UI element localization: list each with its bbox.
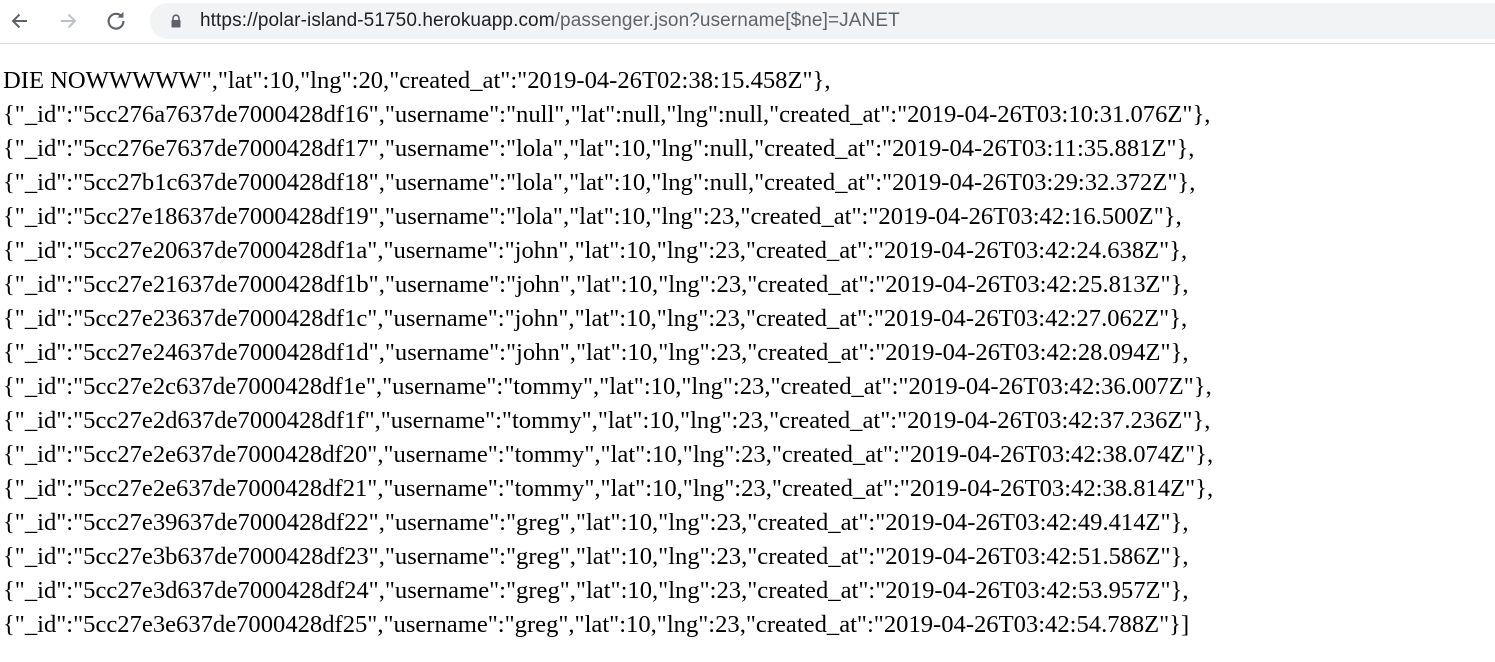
json-line: {"_id":"5cc27e2d637de7000428df1f","usern… bbox=[3, 407, 1211, 434]
browser-toolbar: https://polar-island-51750.herokuapp.com… bbox=[0, 0, 1495, 44]
json-line: {"_id":"5cc27e3b637de7000428df23","usern… bbox=[3, 543, 1189, 570]
json-line: DIE NOWWWWW","lat":10,"lng":20,"created_… bbox=[3, 67, 831, 94]
json-line: {"_id":"5cc27e2e637de7000428df21","usern… bbox=[3, 475, 1214, 502]
json-line: {"_id":"5cc276e7637de7000428df17","usern… bbox=[3, 135, 1195, 162]
forward-button[interactable] bbox=[53, 6, 83, 36]
json-line: {"_id":"5cc27e2e637de7000428df20","usern… bbox=[3, 441, 1214, 468]
json-line: {"_id":"5cc27e3d637de7000428df24","usern… bbox=[3, 577, 1189, 604]
json-line: {"_id":"5cc27e39637de7000428df22","usern… bbox=[3, 509, 1189, 536]
json-line: {"_id":"5cc276a7637de7000428df16","usern… bbox=[3, 101, 1211, 128]
json-line: {"_id":"5cc27e2c637de7000428df1e","usern… bbox=[3, 373, 1212, 400]
url-path: /passenger.json?username[$ne]=JANET bbox=[554, 10, 900, 31]
reload-button[interactable] bbox=[101, 6, 131, 36]
json-line: {"_id":"5cc27e23637de7000428df1c","usern… bbox=[3, 305, 1188, 332]
back-arrow-icon bbox=[11, 13, 27, 29]
json-line: {"_id":"5cc27e3e637de7000428df25","usern… bbox=[3, 611, 1190, 638]
json-line: {"_id":"5cc27e24637de7000428df1d","usern… bbox=[3, 339, 1189, 366]
lock-icon bbox=[171, 14, 181, 28]
reload-icon bbox=[107, 11, 125, 30]
json-line: {"_id":"5cc27e21637de7000428df1b","usern… bbox=[3, 271, 1189, 298]
forward-arrow-icon bbox=[61, 13, 77, 29]
json-line: {"_id":"5cc27b1c637de7000428df18","usern… bbox=[3, 169, 1196, 196]
back-button[interactable] bbox=[5, 6, 35, 36]
address-url[interactable]: https://polar-island-51750.herokuapp.com… bbox=[200, 3, 900, 39]
address-bar[interactable]: https://polar-island-51750.herokuapp.com… bbox=[150, 3, 1495, 39]
url-host: https://polar-island-51750.herokuapp.com bbox=[200, 10, 555, 31]
json-line: {"_id":"5cc27e20637de7000428df1a","usern… bbox=[3, 237, 1188, 264]
json-response-body: DIE NOWWWWW","lat":10,"lng":20,"created_… bbox=[3, 64, 1493, 642]
json-line: {"_id":"5cc27e18637de7000428df19","usern… bbox=[3, 203, 1182, 230]
